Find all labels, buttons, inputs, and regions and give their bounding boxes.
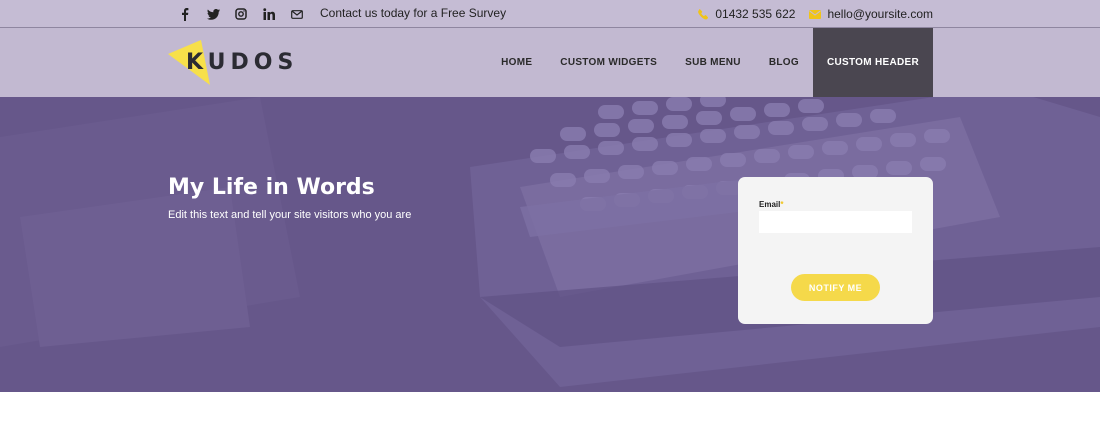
linkedin-icon[interactable] bbox=[261, 6, 277, 22]
notify-me-button[interactable]: NOTIFY ME bbox=[791, 274, 880, 301]
twitter-icon[interactable] bbox=[205, 6, 221, 22]
hero-subtitle: Edit this text and tell your site visito… bbox=[168, 209, 412, 221]
logo[interactable]: KUDOS bbox=[168, 40, 308, 86]
contact-info: 01432 535 622 hello@yoursite.com bbox=[684, 0, 933, 28]
envelope-icon bbox=[809, 9, 822, 19]
instagram-icon[interactable] bbox=[233, 6, 249, 22]
email-contact[interactable]: hello@yoursite.com bbox=[809, 7, 933, 21]
phone-number: 01432 535 622 bbox=[715, 7, 796, 21]
typewriter-background-image bbox=[0, 97, 1100, 387]
email-input[interactable] bbox=[759, 211, 912, 233]
signup-form: Email* NOTIFY ME bbox=[738, 177, 933, 324]
social-links bbox=[177, 0, 317, 28]
top-bar: Contact us today for a Free Survey 01432… bbox=[0, 0, 1100, 28]
email-label: Email* bbox=[759, 200, 783, 209]
nav-blog[interactable]: BLOG bbox=[755, 28, 813, 97]
survey-callout: Contact us today for a Free Survey bbox=[320, 6, 507, 20]
site-header: KUDOS HOME CUSTOM WIDGETS SUB MENU BLOG … bbox=[0, 28, 1100, 97]
nav-custom-widgets[interactable]: CUSTOM WIDGETS bbox=[546, 28, 671, 97]
facebook-icon[interactable] bbox=[177, 6, 193, 22]
required-marker: * bbox=[780, 200, 784, 209]
email-icon[interactable] bbox=[289, 6, 305, 22]
nav-sub-menu[interactable]: SUB MENU bbox=[671, 28, 755, 97]
email-address: hello@yoursite.com bbox=[827, 7, 933, 21]
logo-text: KUDOS bbox=[186, 50, 299, 75]
phone-contact[interactable]: 01432 535 622 bbox=[698, 7, 795, 21]
nav-home[interactable]: HOME bbox=[487, 28, 546, 97]
main-nav: HOME CUSTOM WIDGETS SUB MENU BLOG CUSTOM… bbox=[487, 28, 933, 97]
email-label-text: Email bbox=[759, 200, 781, 209]
nav-custom-header[interactable]: CUSTOM HEADER bbox=[812, 28, 933, 97]
phone-icon bbox=[698, 8, 709, 19]
hero-title: My Life in Words bbox=[168, 175, 375, 200]
hero-section: My Life in Words Edit this text and tell… bbox=[0, 97, 1100, 392]
